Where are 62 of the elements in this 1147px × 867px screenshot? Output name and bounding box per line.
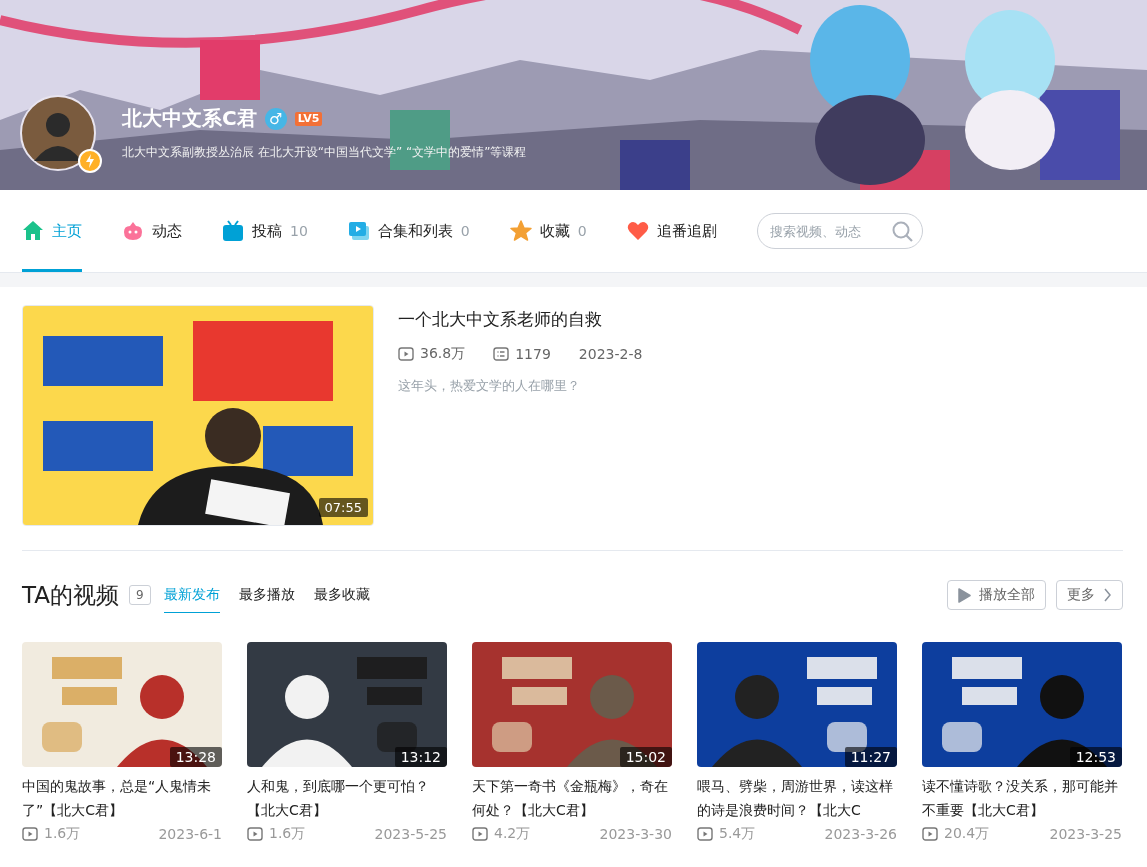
video-duration: 13:28 bbox=[169, 747, 222, 767]
search-field[interactable]: 搜索视频、动态 bbox=[756, 213, 923, 249]
view-count: 1.6万 bbox=[269, 825, 306, 843]
video-duration: 07:55 bbox=[318, 498, 368, 517]
heart-icon bbox=[626, 220, 649, 242]
video-title[interactable]: 天下第一奇书《金瓶梅》，奇在何处？【北大C君】 bbox=[472, 774, 672, 822]
more-button[interactable]: 更多 bbox=[1056, 580, 1123, 610]
view-count: 20.4万 bbox=[944, 825, 990, 843]
view-count: 5.4万 bbox=[719, 825, 756, 843]
upload-date: 2023-3-26 bbox=[824, 825, 897, 843]
video-thumbnail[interactable]: 15:02 bbox=[472, 642, 672, 767]
nav-tab[interactable]: 动态 bbox=[122, 190, 182, 272]
video-duration: 13:12 bbox=[394, 747, 447, 767]
view-count: 4.2万 bbox=[494, 825, 531, 843]
upload-date: 2023-6-1 bbox=[158, 825, 222, 843]
video-duration: 11:27 bbox=[844, 747, 897, 767]
comment-count: 1179 bbox=[515, 346, 551, 362]
play-all-button[interactable]: 播放全部 bbox=[947, 580, 1046, 610]
section-title: TA的视频 bbox=[22, 580, 119, 610]
play-count-icon bbox=[472, 826, 488, 842]
play-count-icon bbox=[697, 826, 713, 842]
star-icon bbox=[509, 220, 532, 242]
video-thumbnail[interactable]: 13:28 bbox=[22, 642, 222, 767]
tv-icon bbox=[222, 220, 244, 242]
sort-tab[interactable]: 最多收藏 bbox=[313, 577, 370, 613]
video-count-badge: 9 bbox=[129, 585, 151, 605]
comment-icon bbox=[493, 346, 510, 362]
video-title[interactable]: 一个北大中文系老师的自救 bbox=[398, 307, 643, 331]
play-count-icon bbox=[22, 826, 38, 842]
video-description: 这年头，热爱文学的人在哪里？ bbox=[398, 377, 581, 395]
chevron-right-icon bbox=[1103, 588, 1112, 602]
home-icon bbox=[22, 220, 44, 242]
nav-tab[interactable]: 合集和列表 0 bbox=[347, 190, 470, 272]
video-duration: 15:02 bbox=[619, 747, 672, 767]
sort-tab[interactable]: 最多播放 bbox=[238, 577, 295, 613]
upload-date: 2023-2-8 bbox=[578, 345, 643, 363]
view-count: 1.6万 bbox=[44, 825, 81, 843]
play-count-icon bbox=[247, 826, 263, 842]
search-icon bbox=[891, 221, 913, 242]
video-thumbnail[interactable]: 12:53 bbox=[922, 642, 1122, 767]
video-duration: 12:53 bbox=[1069, 747, 1122, 767]
video-title[interactable]: 中国的鬼故事，总是“人鬼情未了”【北大C君】 bbox=[22, 774, 222, 822]
user-bio: 北大中文系副教授丛治辰 在北大开设“中国当代文学” “文学中的爱情”等课程 bbox=[122, 144, 527, 161]
video-thumbnail[interactable]: 07:55 bbox=[22, 305, 374, 526]
nav-tab[interactable]: 投稿 10 bbox=[222, 190, 308, 272]
video-thumbnail[interactable]: 11:27 bbox=[697, 642, 897, 767]
play-count-icon bbox=[398, 346, 414, 362]
play-icon bbox=[958, 587, 971, 603]
video-title[interactable]: 读不懂诗歌？没关系，那可能并不重要【北大C君】 bbox=[922, 774, 1122, 822]
play-count-icon bbox=[922, 826, 938, 842]
nav-tab[interactable]: 收藏 0 bbox=[509, 190, 587, 272]
upload-date: 2023-3-30 bbox=[599, 825, 672, 843]
nav-tab[interactable]: 追番追剧 bbox=[626, 190, 717, 272]
playlist-icon bbox=[347, 220, 370, 242]
blob-icon bbox=[122, 220, 144, 242]
video-thumbnail[interactable]: 13:12 bbox=[247, 642, 447, 767]
user-name: 北大中文系C君 bbox=[122, 105, 257, 132]
upload-date: 2023-5-25 bbox=[374, 825, 447, 843]
video-title[interactable]: 喂马、劈柴，周游世界，读这样的诗是浪费时间？【北大C bbox=[697, 774, 897, 822]
video-title[interactable]: 人和鬼，到底哪一个更可怕？【北大C君】 bbox=[247, 774, 447, 822]
upload-date: 2023-3-25 bbox=[1049, 825, 1122, 843]
view-count: 36.8万 bbox=[420, 345, 466, 363]
